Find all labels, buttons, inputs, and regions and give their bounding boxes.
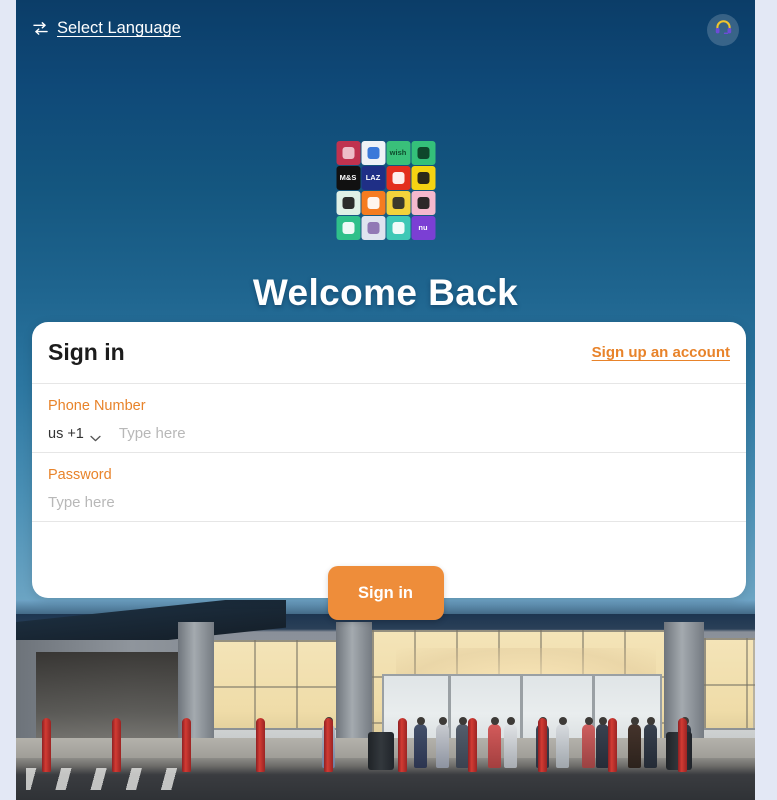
wish-app-icon: wish [386,141,410,165]
brand-logo-grid: wish M&S LAZ nu [336,141,435,240]
wave-app-icon [361,191,385,215]
card-header: Sign in Sign up an account [32,322,746,384]
password-input[interactable] [48,494,730,511]
password-label: Password [48,467,112,483]
headset-icon [713,17,734,43]
background-storefront-photo [16,600,755,800]
swap-arrows-icon [32,21,49,36]
cat-app-icon [336,216,360,240]
phone-number-label: Phone Number [48,398,146,414]
top-bar: Select Language [16,0,755,58]
tripadvisor-app-icon [411,141,435,165]
support-headset-button[interactable] [707,14,739,46]
home-app-icon [336,141,360,165]
lazada-app-icon: LAZ [361,166,385,190]
smiley-app-icon [411,166,435,190]
sign-in-heading: Sign in [48,339,125,365]
hand-app-icon [386,216,410,240]
wallet-app-icon [361,141,385,165]
phone-number-input[interactable] [118,425,730,442]
country-code-select[interactable]: us +1 [48,426,101,442]
sign-up-link[interactable]: Sign up an account [592,344,730,361]
sign-in-button[interactable]: Sign in [327,566,444,620]
page-title: Welcome Back [252,272,519,313]
nubank-app-icon: nu [411,216,435,240]
sign-in-card: Sign in Sign up an account Phone Number … [32,322,746,598]
chevron-down-icon [90,430,101,442]
mands-app-icon: M&S [336,166,360,190]
phone-number-field: Phone Number us +1 [32,384,746,453]
select-language-label: Select Language [57,19,181,37]
app-viewport: Select Language wish M&S LAZ nu Welcome Bac… [16,0,755,800]
sparkle-app-icon [361,216,385,240]
handshake-app-icon [386,191,410,215]
select-language-link[interactable]: Select Language [32,19,181,38]
aliexpress-app-icon [386,166,410,190]
leaf-app-icon [336,191,360,215]
country-code-value: us +1 [48,425,84,442]
password-field: Password [32,453,746,522]
diamond-app-icon [411,191,435,215]
